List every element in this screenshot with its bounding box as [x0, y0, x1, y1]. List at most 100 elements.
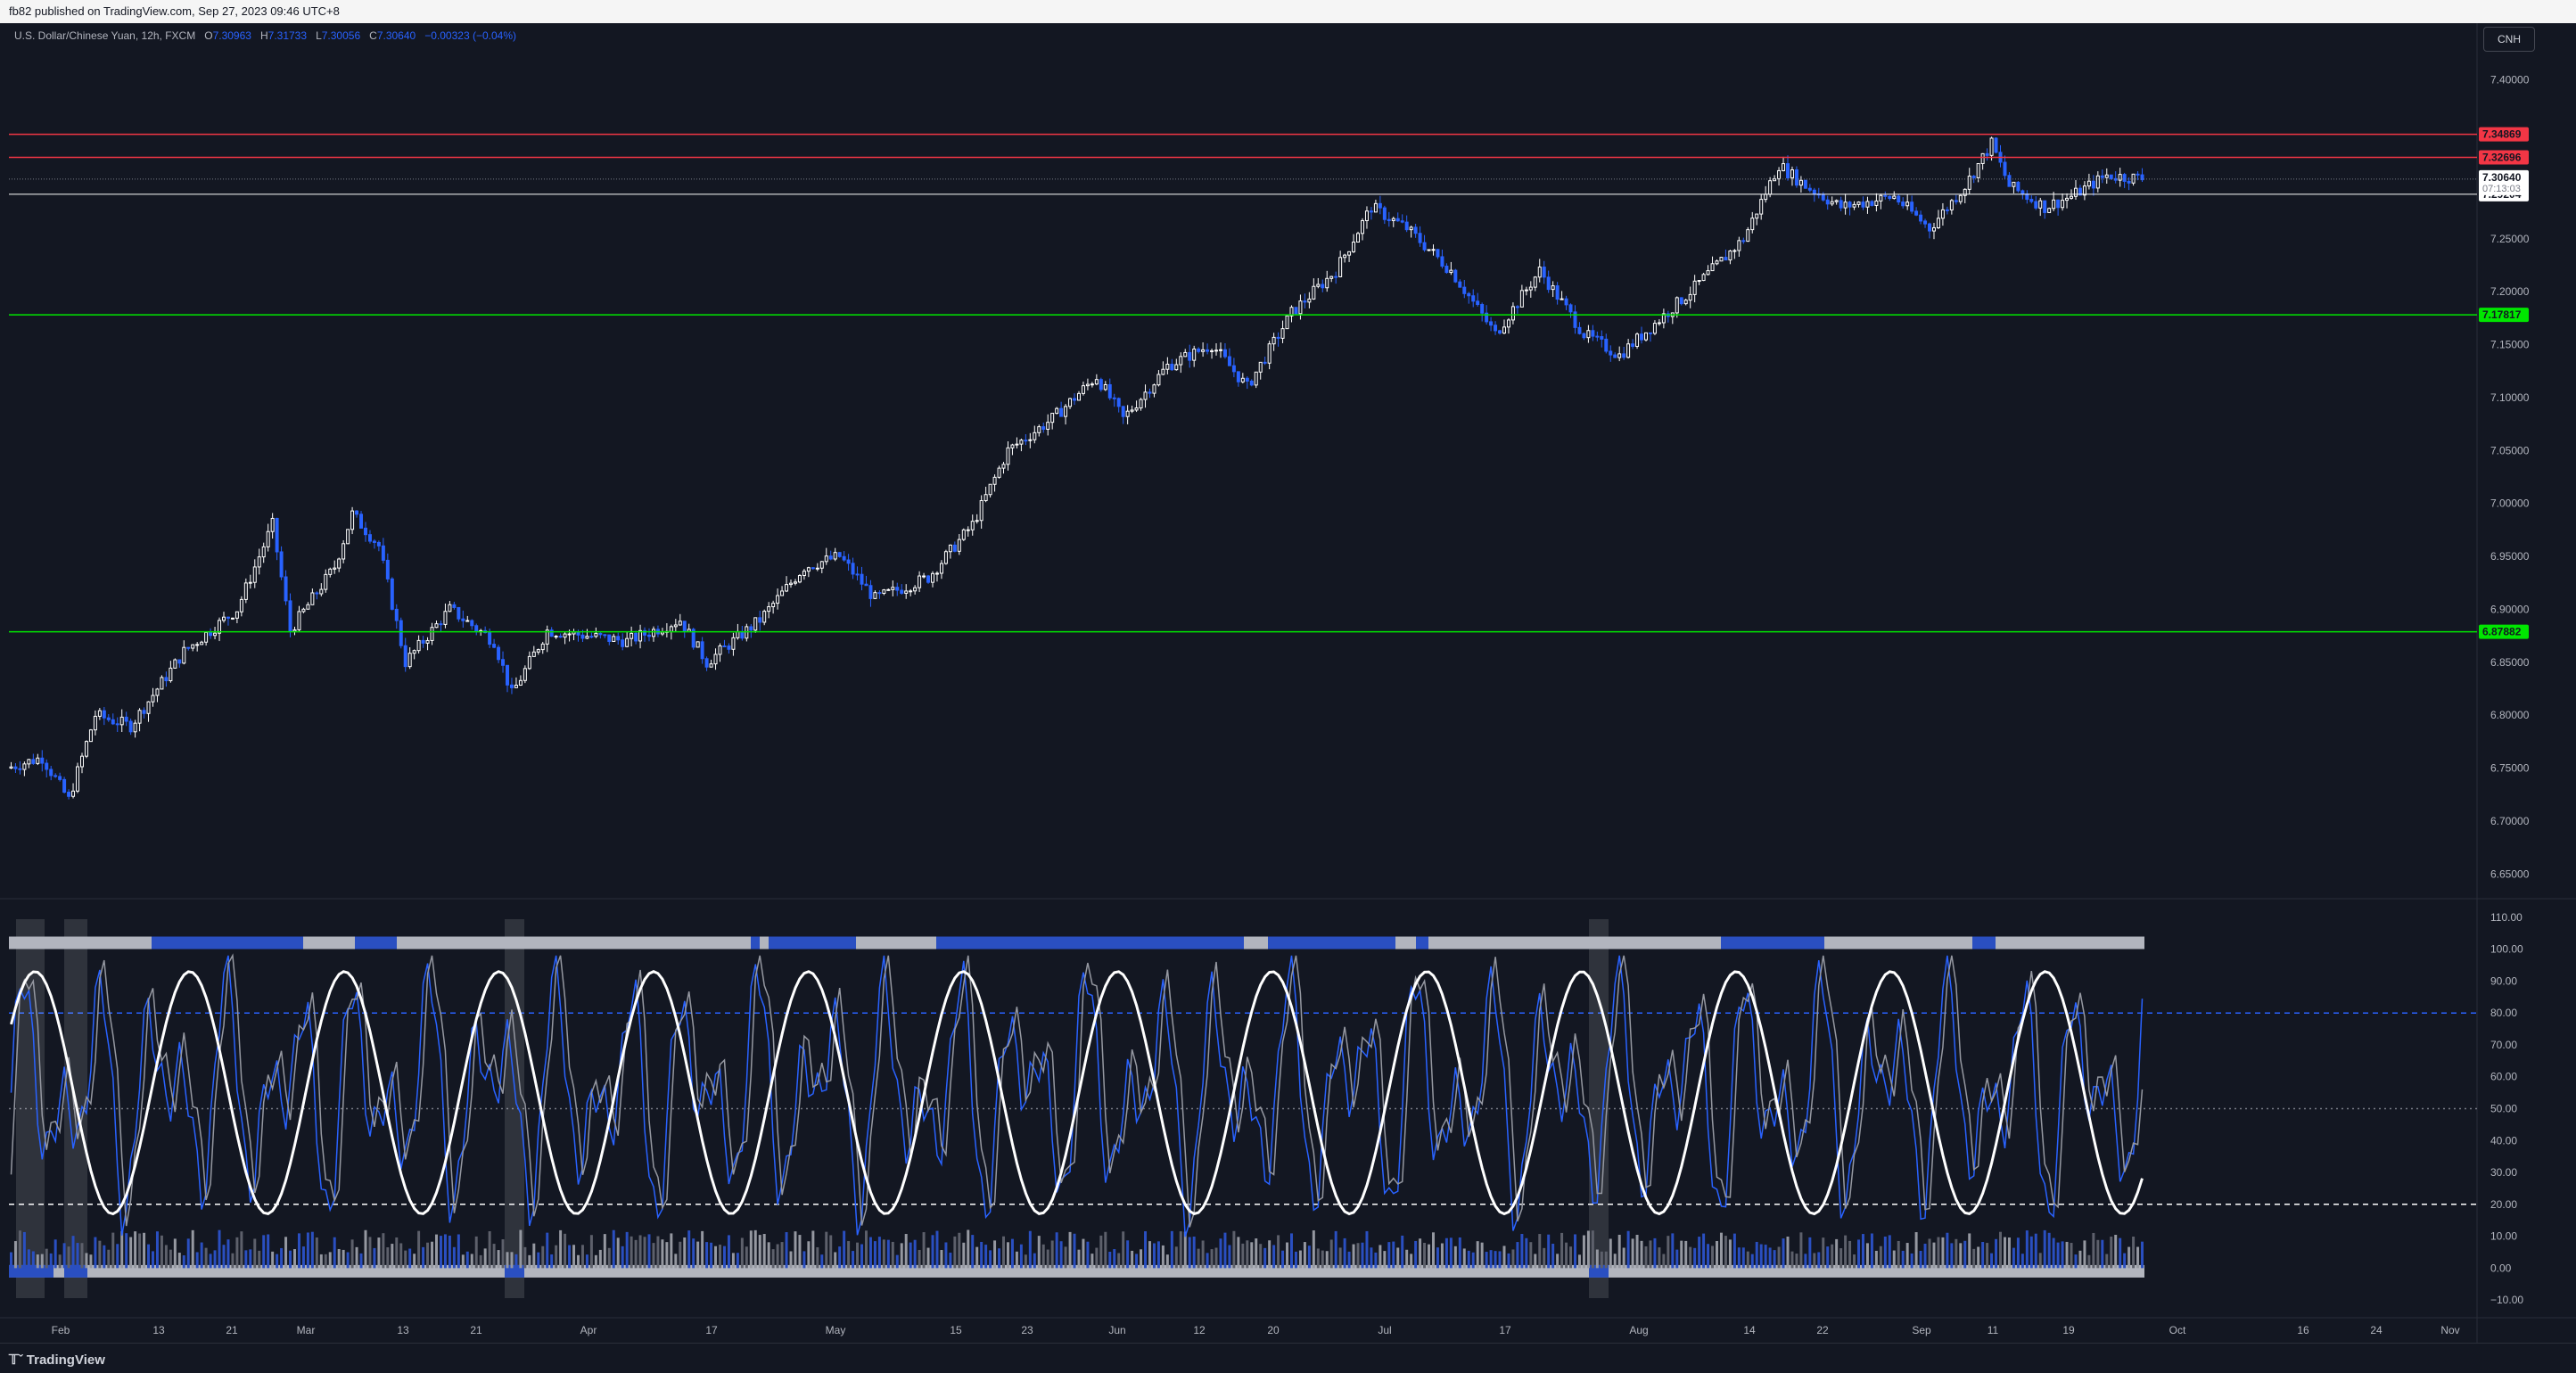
osc-histogram-bar	[1113, 1249, 1116, 1269]
candle	[700, 641, 704, 660]
candle	[1794, 169, 1798, 186]
osc-histogram-bar	[918, 1249, 921, 1269]
osc-histogram-bar	[1870, 1233, 1873, 1269]
osc-histogram-bar	[134, 1231, 137, 1269]
candle	[1090, 383, 1094, 386]
osc-histogram-bar	[1511, 1249, 1515, 1269]
osc-histogram-bar	[882, 1239, 885, 1269]
osc-histogram-bar	[1122, 1231, 1125, 1269]
candle	[1334, 275, 1338, 278]
osc-histogram-bar	[1892, 1250, 1896, 1269]
candle	[2109, 174, 2113, 179]
candle	[771, 603, 776, 608]
symbol-legend[interactable]: U.S. Dollar/Chinese Yuan, 12h, FXCM O7.3…	[14, 29, 516, 42]
osc-tick-label: 40.00	[2490, 1134, 2517, 1147]
candle	[1741, 240, 1746, 243]
osc-histogram-bar	[276, 1254, 279, 1269]
symbol-title[interactable]: U.S. Dollar/Chinese Yuan, 12h, FXCM	[14, 29, 195, 42]
candle	[1604, 338, 1609, 352]
osc-histogram-bar	[1901, 1250, 1905, 1269]
osc-histogram-bar	[1099, 1235, 1103, 1269]
osc-histogram-bar	[860, 1244, 863, 1269]
candle	[230, 617, 235, 620]
candle	[1085, 383, 1090, 387]
candle	[177, 659, 182, 664]
osc-tick-label: 90.00	[2490, 974, 2517, 987]
candle	[1958, 194, 1963, 202]
osc-histogram-bar	[1015, 1251, 1018, 1269]
osc-histogram-bar	[262, 1235, 266, 1269]
osc-histogram-bar	[802, 1251, 806, 1269]
osc-histogram-bar	[1356, 1243, 1360, 1269]
chart-area[interactable]: 7.400007.350007.300007.250007.200007.150…	[0, 23, 2576, 1343]
osc-histogram-bar	[267, 1234, 270, 1269]
osc-histogram-bar	[1813, 1253, 1816, 1269]
tradingview-logo[interactable]: 𝕋ˇ TradingView	[9, 1352, 105, 1368]
candle	[1245, 377, 1249, 382]
osc-histogram-bar	[1250, 1242, 1254, 1269]
osc-histogram-bar	[506, 1252, 509, 1269]
osc-histogram-bar	[1919, 1251, 1922, 1269]
osc-histogram-bar	[1281, 1250, 1285, 1269]
osc-histogram-bar	[625, 1231, 629, 1269]
osc-histogram-bar	[1334, 1230, 1337, 1269]
candle	[607, 634, 612, 642]
candle	[1276, 336, 1280, 339]
time-tick-label: Apr	[580, 1324, 597, 1336]
countdown-text: 07:13:03	[2482, 184, 2521, 194]
osc-histogram-bar	[789, 1251, 793, 1269]
candle	[1848, 201, 1852, 208]
candle	[1870, 201, 1874, 206]
osc-histogram-bar	[36, 1254, 39, 1269]
osc-histogram-bar	[2092, 1232, 2095, 1269]
candle	[1892, 195, 1897, 200]
osc-histogram-bar	[940, 1249, 943, 1269]
osc-histogram-bar	[2127, 1246, 2131, 1269]
osc-histogram-bar	[1963, 1240, 1967, 1269]
time-tick-label: 11	[1988, 1324, 1999, 1336]
osc-tick-label: 20.00	[2490, 1198, 2517, 1211]
candle	[275, 517, 279, 553]
osc-histogram-bar	[589, 1235, 593, 1269]
candle	[1201, 349, 1206, 352]
osc-histogram-bar	[2047, 1232, 2051, 1269]
candle	[124, 716, 128, 722]
candle	[758, 617, 762, 623]
candle	[1582, 333, 1586, 339]
chart-canvas[interactable]: 7.400007.350007.300007.250007.200007.150…	[0, 23, 2576, 1343]
osc-histogram-bar	[1010, 1238, 1014, 1269]
osc-histogram-bar	[519, 1229, 523, 1269]
candle	[740, 630, 745, 639]
osc-histogram-bar	[404, 1250, 407, 1269]
candle	[828, 555, 833, 560]
osc-histogram-bar	[200, 1242, 203, 1269]
osc-histogram-bar	[249, 1249, 252, 1269]
osc-histogram-bar	[692, 1238, 695, 1269]
osc-histogram-bar	[297, 1233, 300, 1269]
candle	[695, 641, 700, 648]
osc-histogram-bar	[501, 1239, 505, 1269]
osc-histogram-bar	[1613, 1254, 1617, 1269]
osc-histogram-bar	[1617, 1234, 1621, 1269]
osc-histogram-bar	[1343, 1237, 1346, 1269]
current-price-text: 7.30640	[2482, 171, 2522, 184]
candle	[931, 572, 935, 583]
candle	[1519, 290, 1524, 308]
time-tick-label: 22	[1816, 1324, 1829, 1336]
candle	[1825, 199, 1830, 205]
osc-histogram-bar	[1214, 1247, 1218, 1269]
candle	[1413, 226, 1418, 234]
osc-histogram-bar	[1950, 1243, 1954, 1269]
time-tick-label: 20	[1267, 1324, 1280, 1336]
candle	[1701, 274, 1706, 282]
osc-histogram-bar	[1702, 1233, 1706, 1269]
candle	[1068, 398, 1073, 407]
osc-histogram-bar	[1370, 1247, 1373, 1269]
osc-histogram-bar	[350, 1239, 354, 1269]
level-tag-0: 7.34869	[2479, 127, 2529, 142]
currency-button[interactable]: CNH	[2483, 27, 2535, 52]
high-label: H	[259, 29, 268, 42]
candle	[1116, 398, 1121, 407]
candle	[1006, 447, 1010, 465]
osc-histogram-bar	[492, 1244, 496, 1269]
